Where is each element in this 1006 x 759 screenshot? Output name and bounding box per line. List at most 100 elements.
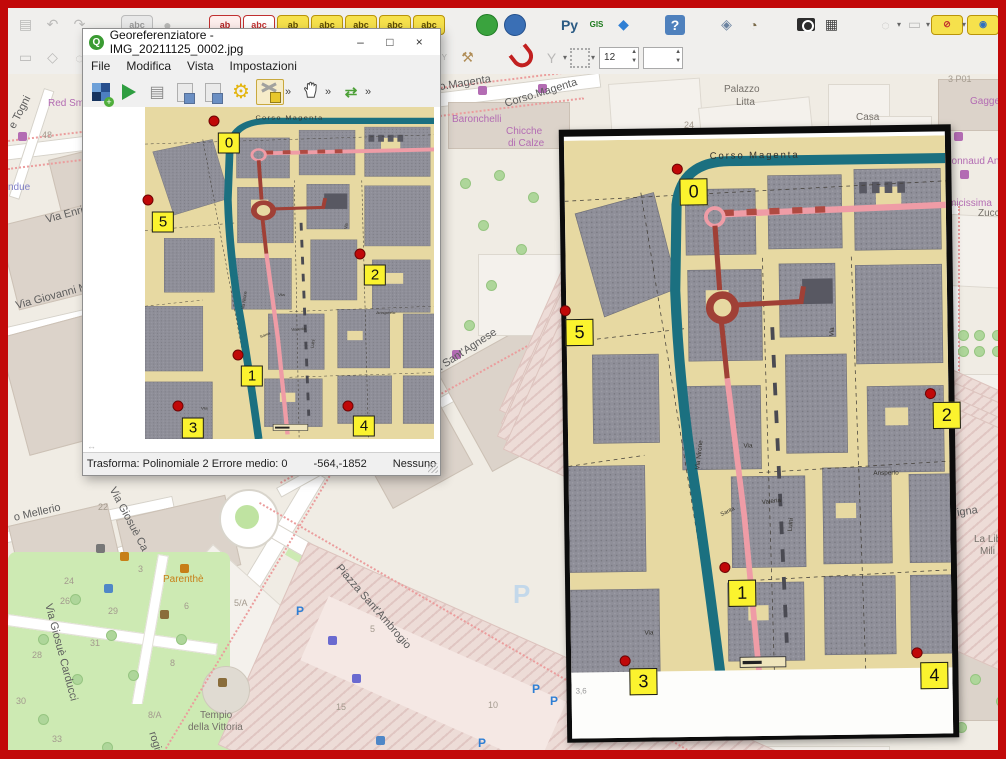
resize-grip[interactable] xyxy=(428,463,438,473)
gcp-label-0[interactable]: 0 xyxy=(218,133,240,154)
tree-icon xyxy=(974,330,985,341)
georeferencer-titlebar[interactable]: Q Georeferenziatore - IMG_20211125_0002.… xyxy=(83,29,440,55)
gcp-dot-5[interactable] xyxy=(143,195,154,206)
digitize-shape1-icon[interactable]: ▭ xyxy=(13,45,38,70)
minimize-button[interactable]: – xyxy=(346,31,375,53)
gcp-dot-3[interactable] xyxy=(173,401,184,412)
map-snapshot-icon[interactable]: ▦ xyxy=(819,12,844,37)
overflow-1[interactable]: » xyxy=(285,86,297,98)
gcp-dot-3[interactable] xyxy=(620,655,631,666)
tree-icon xyxy=(38,634,49,645)
cursor-coordinates: -564,-1852 xyxy=(314,458,367,470)
zoom-to-layer-icon[interactable]: ⇄ xyxy=(338,80,364,104)
georeferencer-statusbar: Trasforma: Polinomiale 2 Errore medio: 0… xyxy=(83,452,440,475)
start-georeferencing-icon[interactable] xyxy=(116,80,142,104)
load-gcp-icon[interactable] xyxy=(172,80,198,104)
gcp-label-4[interactable]: 4 xyxy=(353,416,375,437)
gcp-label-1[interactable]: 1 xyxy=(241,366,263,387)
gcp-label-5[interactable]: 5 xyxy=(152,212,174,233)
tree-icon xyxy=(958,346,969,357)
bin-icon xyxy=(160,610,169,619)
bus-icon xyxy=(104,584,113,593)
sep[interactable] xyxy=(482,45,507,70)
gcp-dot-4[interactable] xyxy=(912,647,923,658)
node-network-icon[interactable]: ◆ xyxy=(611,12,636,37)
snapping-magnet-icon[interactable] xyxy=(508,43,537,72)
spin-edge[interactable]: ▲ ▼ xyxy=(643,47,683,69)
sep[interactable] xyxy=(530,12,555,37)
undo-icon[interactable]: ↶ xyxy=(40,12,65,37)
gcp-label-1[interactable]: 1 xyxy=(728,580,756,607)
pan-hand-icon[interactable] xyxy=(298,80,324,104)
grass-sphere-icon[interactable] xyxy=(476,14,498,36)
menu-impostazioni[interactable]: Impostazioni xyxy=(222,59,305,73)
gcp-label-3[interactable]: 3 xyxy=(629,668,657,695)
open-raster-icon[interactable] xyxy=(88,80,114,104)
tracing-icon[interactable] xyxy=(570,48,590,68)
sep[interactable] xyxy=(687,12,712,37)
gdal-script-icon[interactable]: ▤ xyxy=(144,80,170,104)
gcp-label-4[interactable]: 4 xyxy=(920,662,948,689)
identify-pointer-icon[interactable]: ◈ xyxy=(714,12,739,37)
georeferencer-map-view[interactable]: Corso Magenta Via Nirone Valeria Santa A… xyxy=(83,107,440,453)
gcp-label-5[interactable]: 5 xyxy=(565,319,593,346)
help-icon[interactable]: ? xyxy=(665,15,685,35)
qgis-logo-icon: Q xyxy=(89,35,104,50)
close-button[interactable]: × xyxy=(405,31,434,53)
globe-blue-icon[interactable] xyxy=(504,14,526,36)
osm-label: Chicche xyxy=(506,126,542,137)
wrench-icon[interactable]: ⚒ xyxy=(455,45,480,70)
qgis-window: ▤↶↷abc●ababcababcabcabcabcPyGIS◆?◈◔▦◌▾▭▾… xyxy=(8,8,998,750)
layers-deny-icon-dropdown[interactable]: ▾ xyxy=(962,20,966,29)
python-console-icon[interactable]: Py xyxy=(557,12,582,37)
abis-plugin-icon[interactable]: GIS xyxy=(584,12,609,37)
tree-icon xyxy=(958,330,969,341)
georeferenced-raster-overlay[interactable]: 3,6 052134 xyxy=(559,124,960,742)
spin-value[interactable]: 12▲ ▼ xyxy=(599,47,639,69)
page-gray-icon[interactable]: ▭ xyxy=(902,12,927,37)
transformation-settings-icon[interactable]: ⚙ xyxy=(228,80,254,104)
gcp-dot-4[interactable] xyxy=(343,401,354,412)
menu-vista[interactable]: Vista xyxy=(179,59,221,73)
gcp-label-2[interactable]: 2 xyxy=(364,265,386,286)
menu-file[interactable]: File xyxy=(83,59,118,73)
building xyxy=(948,214,998,289)
gcp-label-0[interactable]: 0 xyxy=(679,178,707,205)
topology-icon[interactable]: Y xyxy=(539,45,564,70)
gcp-dot-1[interactable] xyxy=(233,350,244,361)
sep[interactable] xyxy=(638,12,663,37)
historical-map-graphic xyxy=(564,135,953,683)
gcp-dot-2[interactable] xyxy=(925,388,936,399)
fountain-icon xyxy=(352,674,361,683)
menu-modifica[interactable]: Modifica xyxy=(118,59,179,73)
gcp-dot-0[interactable] xyxy=(209,116,220,127)
camera-capture-icon[interactable] xyxy=(797,18,815,31)
layer-pin-icon[interactable]: ◉ xyxy=(967,15,998,35)
maximize-button[interactable]: □ xyxy=(375,31,404,53)
shop-icon xyxy=(954,132,963,141)
sep[interactable] xyxy=(846,12,871,37)
layers-deny-icon[interactable]: ⊘ xyxy=(931,15,963,35)
gcp-label-3[interactable]: 3 xyxy=(182,418,204,439)
gcp-dot-5[interactable] xyxy=(560,305,571,316)
lasso-select-icon[interactable]: ◌ xyxy=(873,12,898,37)
overflow-2[interactable]: » xyxy=(325,86,337,98)
osm-label: 30 xyxy=(16,696,26,706)
fountain-icon xyxy=(328,636,337,645)
add-point-icon[interactable] xyxy=(256,79,284,105)
osm-label: 48 xyxy=(42,130,52,140)
tracing-icon-dropdown[interactable]: ▾ xyxy=(591,53,595,62)
osm-label: 31 xyxy=(90,638,100,648)
log-messages-icon[interactable]: ▤ xyxy=(13,12,38,37)
sep[interactable] xyxy=(768,12,793,37)
tree-icon xyxy=(974,346,985,357)
overflow-3[interactable]: » xyxy=(365,86,377,98)
digitize-shape2-icon[interactable]: ◇ xyxy=(40,45,65,70)
save-gcp-icon[interactable] xyxy=(200,80,226,104)
gcp-dot-2[interactable] xyxy=(355,249,366,260)
bearing-compass-icon[interactable]: ◔ xyxy=(741,12,766,37)
osm-label: di Calze xyxy=(508,138,544,149)
gcp-label-2[interactable]: 2 xyxy=(933,402,961,429)
tree-icon xyxy=(992,330,998,341)
sep[interactable] xyxy=(447,12,472,37)
